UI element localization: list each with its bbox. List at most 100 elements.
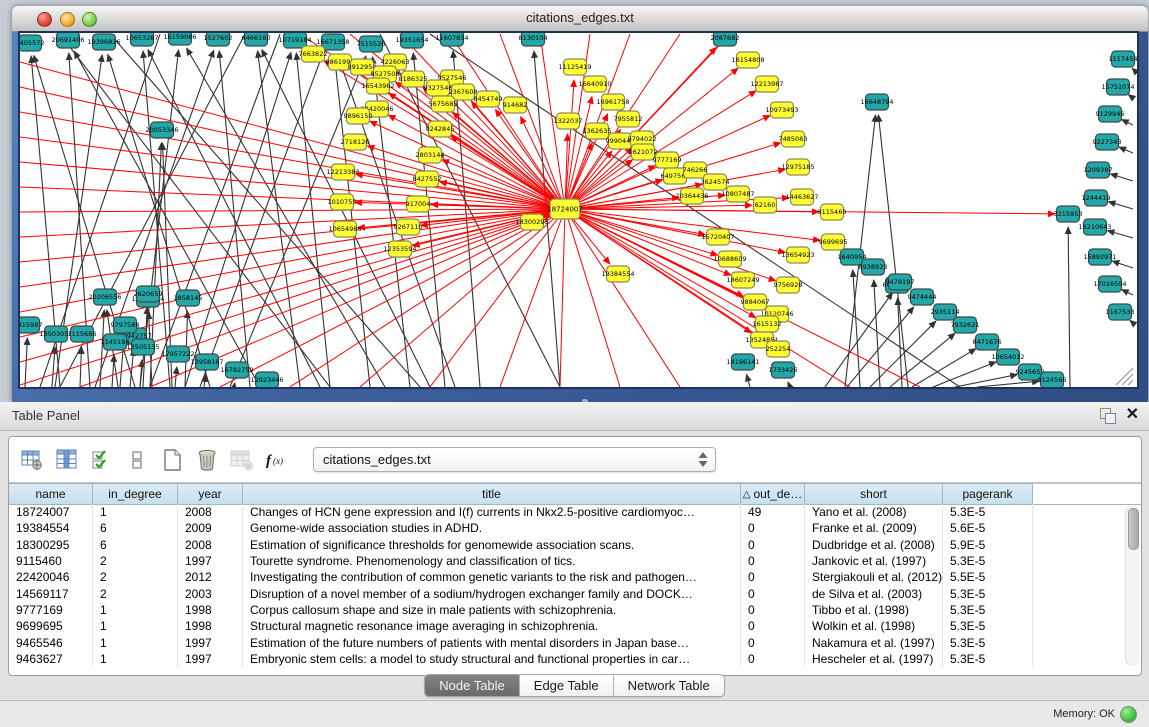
graph-node[interactable]: 20691406 — [51, 33, 84, 48]
graph-node[interactable]: 7955812 — [614, 111, 643, 127]
graph-node[interactable]: 1858145 — [174, 290, 203, 306]
graph-node[interactable]: 2405572 — [20, 35, 44, 51]
graph-node[interactable]: 1117454 — [1109, 51, 1137, 67]
graph-node[interactable]: 10807487 — [721, 186, 754, 202]
table-row[interactable]: 946362711997Embryonic stem cells: a mode… — [9, 651, 1141, 667]
graph-node[interactable]: 1615132 — [753, 316, 782, 332]
graph-node[interactable]: 1733426 — [769, 362, 798, 378]
table-row[interactable]: 969969511998Structural magnetic resonanc… — [9, 618, 1141, 634]
graph-node[interactable]: 10973493 — [765, 102, 798, 118]
tab-node-table[interactable]: Node Table — [425, 675, 520, 696]
graph-node[interactable]: 13958167 — [190, 354, 223, 370]
graph-node[interactable]: 14196141 — [726, 354, 759, 370]
column-header-out_de[interactable]: △out_de… — [741, 483, 805, 504]
graph-node[interactable]: 9129946 — [1096, 106, 1125, 122]
table-row[interactable]: 911546021997Tourette syndrome. Phenomeno… — [9, 553, 1141, 569]
graph-node[interactable]: 13505135 — [126, 339, 159, 355]
graph-node[interactable]: 10654012 — [991, 349, 1024, 365]
graph-node[interactable]: 8454749 — [474, 91, 503, 107]
graph-node[interactable]: 19396826 — [87, 34, 120, 50]
graph-node[interactable]: 9124566 — [1038, 372, 1067, 387]
table-row[interactable]: 2242004622012Investigating the contribut… — [9, 569, 1141, 585]
graph-node[interactable]: 5675685 — [429, 96, 458, 112]
table-row[interactable]: 1830029562008Estimation of significance … — [9, 537, 1141, 553]
graph-node[interactable]: 1527602 — [204, 33, 233, 46]
graph-node[interactable]: 9884067 — [741, 294, 770, 310]
graph-node[interactable]: 9699695 — [819, 234, 848, 250]
graph-node[interactable]: 8471676 — [973, 334, 1002, 350]
graph-node[interactable]: 19384554 — [601, 266, 634, 282]
graph-node-hub[interactable]: 18724007 — [547, 199, 583, 219]
graph-node[interactable]: 11607834 — [435, 33, 468, 46]
graph-node[interactable]: 914682 — [503, 97, 528, 113]
graph-node[interactable]: 15751074 — [1101, 79, 1134, 95]
graph-node[interactable]: 12353594 — [383, 241, 416, 257]
graph-node[interactable]: 9777169 — [653, 152, 682, 168]
graph-node[interactable]: 8427552 — [413, 171, 442, 187]
column-header-name[interactable]: name — [9, 483, 93, 504]
close-panel-icon[interactable]: ✕ — [1126, 406, 1139, 424]
graph-node[interactable]: 16640910 — [578, 76, 611, 92]
graph-node[interactable]: 917004 — [406, 196, 431, 212]
float-panel-icon[interactable] — [1098, 406, 1116, 424]
network-window-titlebar[interactable]: citations_edges.txt — [12, 6, 1148, 32]
column-header-title[interactable]: title — [243, 483, 741, 504]
graph-node[interactable]: 9227343 — [1093, 134, 1122, 150]
graph-node[interactable]: 7515526 — [357, 36, 386, 52]
delete-table-button[interactable] — [229, 447, 255, 473]
graph-node[interactable]: 16210643 — [1078, 219, 1111, 235]
rows-button[interactable] — [124, 447, 150, 473]
graph-node[interactable]: 8130104 — [519, 33, 548, 46]
graph-node[interactable]: 2718126 — [341, 134, 370, 150]
graph-node[interactable]: 15720407 — [701, 229, 734, 245]
graph-node[interactable]: 7485063 — [779, 131, 808, 147]
table-row[interactable]: 977716911998Corpus callosum shape and si… — [9, 602, 1141, 618]
graph-node[interactable]: 12213987 — [750, 76, 783, 92]
tab-edge-table[interactable]: Edge Table — [520, 675, 614, 696]
graph-node[interactable]: 10654985 — [328, 221, 361, 237]
column-header-pagerank[interactable]: pagerank — [943, 483, 1033, 504]
graph-node[interactable]: 1010755 — [328, 194, 357, 210]
graph-node[interactable]: 1167533 — [1106, 304, 1135, 320]
graph-node[interactable]: 18607249 — [726, 272, 759, 288]
graph-node[interactable]: 9267110 — [394, 219, 423, 235]
graph-node[interactable]: 17016504 — [1093, 276, 1126, 292]
graph-node[interactable]: 12213382 — [326, 164, 359, 180]
graph-node[interactable]: 6466160 — [242, 33, 271, 46]
table-row[interactable]: 1938455462009Genome-wide association stu… — [9, 520, 1141, 536]
tab-network-table[interactable]: Network Table — [614, 675, 724, 696]
graph-node[interactable]: 13654923 — [781, 247, 814, 263]
graph-node[interactable]: 1145194 — [101, 334, 130, 350]
graph-node[interactable]: 9474444 — [908, 289, 937, 305]
column-header-year[interactable]: year — [178, 483, 243, 504]
graph-node[interactable]: 7663822 — [299, 46, 328, 62]
vertical-scrollbar[interactable] — [1125, 506, 1139, 666]
network-canvas[interactable]: 2405572206914061939682610653287161590661… — [20, 33, 1137, 387]
graph-node[interactable]: 2087682 — [711, 33, 740, 46]
scrollbar-thumb[interactable] — [1128, 508, 1139, 550]
graph-node[interactable]: 20053346 — [145, 122, 178, 138]
graph-node[interactable]: 3624574 — [701, 174, 730, 190]
table-row[interactable]: 946554611997Estimation of the future num… — [9, 634, 1141, 650]
graph-node[interactable]: 1244419 — [1082, 190, 1111, 206]
graph-node[interactable]: 9115460 — [818, 204, 847, 220]
graph-node[interactable]: 9896150 — [344, 108, 373, 124]
graph-node[interactable]: 20206556 — [88, 289, 121, 305]
row-selection-button[interactable] — [89, 447, 115, 473]
graph-node[interactable]: 10653287 — [125, 33, 158, 46]
graph-node[interactable]: 7932621 — [951, 317, 980, 333]
graph-node[interactable]: 2803144 — [416, 147, 445, 163]
table-select-dropdown[interactable]: citations_edges.txt — [313, 447, 716, 472]
graph-node[interactable]: 16648794 — [860, 94, 893, 110]
graph-node[interactable]: 9479197 — [886, 274, 915, 290]
column-visibility-button[interactable] — [54, 447, 80, 473]
resize-grip[interactable] — [1116, 368, 1133, 385]
table-settings-button[interactable] — [19, 447, 45, 473]
graph-node[interactable]: 2620659 — [134, 286, 163, 302]
graph-node[interactable]: 62160 — [754, 197, 777, 213]
graph-node[interactable]: 10688609 — [713, 251, 746, 267]
graph-node[interactable]: 9797588 — [111, 317, 140, 333]
graph-node[interactable]: 12975185 — [781, 159, 814, 175]
graph-node[interactable]: 16961758 — [596, 94, 629, 110]
function-builder-button[interactable]: f (x) — [264, 447, 290, 473]
